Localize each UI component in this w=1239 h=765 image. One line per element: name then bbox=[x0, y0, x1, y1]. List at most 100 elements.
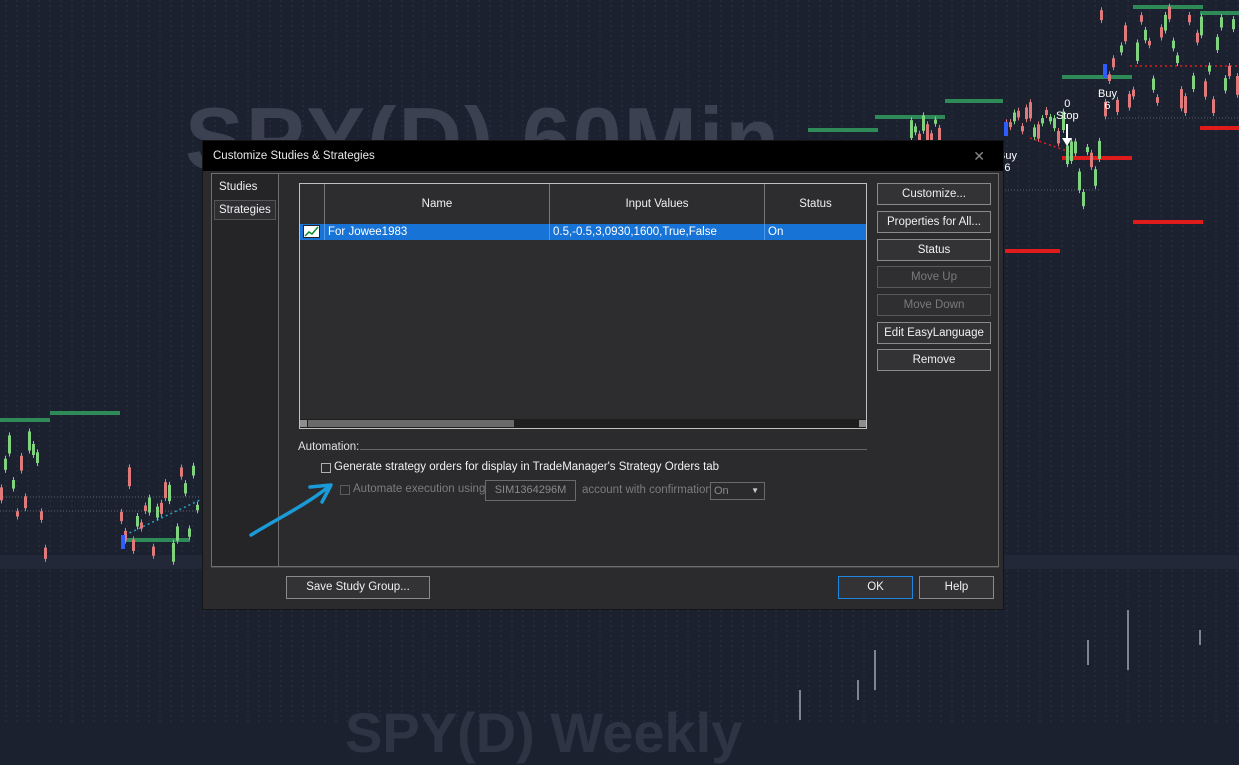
candle bbox=[1148, 40, 1151, 46]
header-name[interactable]: Name bbox=[324, 184, 549, 224]
candle bbox=[1224, 78, 1227, 91]
candle bbox=[1037, 124, 1040, 139]
scroll-right-arrow-icon[interactable] bbox=[859, 420, 866, 427]
buy-signal-marker bbox=[1103, 64, 1107, 78]
candle bbox=[168, 484, 171, 502]
candle bbox=[1090, 152, 1093, 168]
candle bbox=[1212, 99, 1215, 114]
candle bbox=[28, 431, 31, 451]
footer-divider bbox=[211, 567, 999, 568]
close-icon[interactable]: ✕ bbox=[973, 148, 985, 165]
candle bbox=[1128, 93, 1131, 108]
candle bbox=[152, 546, 155, 556]
edit-easylanguage-button[interactable]: Edit EasyLanguage bbox=[877, 322, 991, 344]
candle bbox=[1136, 42, 1139, 61]
candle bbox=[1160, 27, 1163, 38]
generate-orders-checkbox[interactable] bbox=[321, 463, 331, 473]
buy-signal-marker bbox=[121, 535, 125, 549]
customize-button[interactable]: Customize... bbox=[877, 183, 991, 205]
candle bbox=[40, 511, 43, 520]
candle bbox=[1192, 75, 1195, 90]
candle bbox=[1066, 145, 1069, 165]
candle bbox=[1041, 118, 1044, 124]
help-button[interactable]: Help bbox=[919, 576, 994, 599]
candle bbox=[1033, 127, 1036, 137]
candle bbox=[136, 516, 139, 527]
move-up-button[interactable]: Move Up bbox=[877, 266, 991, 288]
candle bbox=[132, 539, 135, 551]
chart-watermark-weekly: SPY(D) Weekly bbox=[345, 701, 743, 764]
confirmation-select-value: On bbox=[714, 485, 729, 497]
automation-divider bbox=[360, 449, 867, 450]
candle bbox=[1184, 96, 1187, 114]
table-row[interactable]: For Jowee1983 0.5,-0.5,3,0930,1600,True,… bbox=[300, 224, 866, 240]
candle bbox=[140, 522, 143, 529]
candle bbox=[1082, 192, 1085, 207]
dialog-titlebar[interactable]: Customize Studies & Strategies ✕ bbox=[203, 141, 1003, 171]
header-input-values[interactable]: Input Values bbox=[549, 184, 764, 224]
candle bbox=[1172, 40, 1175, 49]
candle bbox=[1232, 19, 1235, 30]
candle bbox=[1168, 6, 1171, 20]
candle bbox=[1208, 65, 1211, 72]
horizontal-scrollbar[interactable] bbox=[300, 419, 866, 428]
nav-item-strategies[interactable]: Strategies bbox=[214, 200, 276, 220]
candle bbox=[180, 467, 183, 477]
candle bbox=[120, 511, 123, 522]
account-field[interactable]: SIM1364296M bbox=[485, 480, 576, 501]
candle bbox=[188, 528, 191, 537]
candle bbox=[144, 505, 147, 512]
candle bbox=[1176, 55, 1179, 64]
generate-orders-label[interactable]: Generate strategy orders for display in … bbox=[334, 461, 719, 473]
candle bbox=[1152, 78, 1155, 90]
strategies-grid: Name Input Values Status For Jowee1983 0… bbox=[299, 183, 867, 429]
remove-button[interactable]: Remove bbox=[877, 349, 991, 371]
scroll-left-arrow-icon[interactable] bbox=[300, 420, 307, 427]
ok-button[interactable]: OK bbox=[838, 576, 913, 599]
candle bbox=[24, 496, 27, 509]
candle bbox=[44, 547, 47, 559]
grid-header: Name Input Values Status bbox=[300, 184, 866, 225]
candle bbox=[922, 115, 925, 131]
candle bbox=[1180, 89, 1183, 109]
candle bbox=[1057, 130, 1060, 144]
candle bbox=[1049, 116, 1052, 122]
candle bbox=[1021, 126, 1024, 132]
candle bbox=[1220, 17, 1223, 28]
header-status[interactable]: Status bbox=[764, 184, 866, 224]
candle bbox=[1164, 14, 1167, 31]
candle bbox=[914, 126, 917, 133]
candle bbox=[1029, 102, 1032, 119]
buy-signal-marker bbox=[1004, 122, 1008, 136]
cell-name: For Jowee1983 bbox=[324, 224, 549, 240]
candle bbox=[1074, 141, 1077, 154]
candle bbox=[172, 542, 175, 562]
candle bbox=[0, 487, 3, 501]
candle bbox=[196, 504, 199, 511]
candle bbox=[1017, 110, 1020, 118]
candle bbox=[1025, 107, 1028, 120]
candle bbox=[1070, 141, 1073, 161]
candle bbox=[184, 483, 187, 494]
candle bbox=[36, 452, 39, 464]
move-down-button[interactable]: Move Down bbox=[877, 294, 991, 316]
status-button[interactable]: Status bbox=[877, 239, 991, 261]
candle bbox=[12, 480, 15, 489]
category-nav: Studies Strategies bbox=[211, 173, 279, 567]
candle bbox=[16, 511, 19, 517]
candle bbox=[934, 119, 937, 124]
candle bbox=[1216, 37, 1219, 51]
nav-item-studies[interactable]: Studies bbox=[214, 177, 276, 197]
candle bbox=[1100, 10, 1103, 21]
save-study-group-button[interactable]: Save Study Group... bbox=[286, 576, 430, 599]
automate-execution-checkbox[interactable] bbox=[340, 485, 350, 495]
candle bbox=[1045, 109, 1048, 116]
properties-for-all-button[interactable]: Properties for All... bbox=[877, 211, 991, 233]
candle bbox=[1204, 81, 1207, 97]
candle bbox=[1108, 74, 1111, 82]
candle bbox=[1120, 45, 1123, 53]
automate-execution-label[interactable]: Automate execution using bbox=[353, 483, 485, 495]
confirmation-select[interactable]: On ▼ bbox=[710, 482, 765, 500]
candle bbox=[1094, 169, 1097, 186]
scrollbar-thumb[interactable] bbox=[308, 420, 514, 427]
